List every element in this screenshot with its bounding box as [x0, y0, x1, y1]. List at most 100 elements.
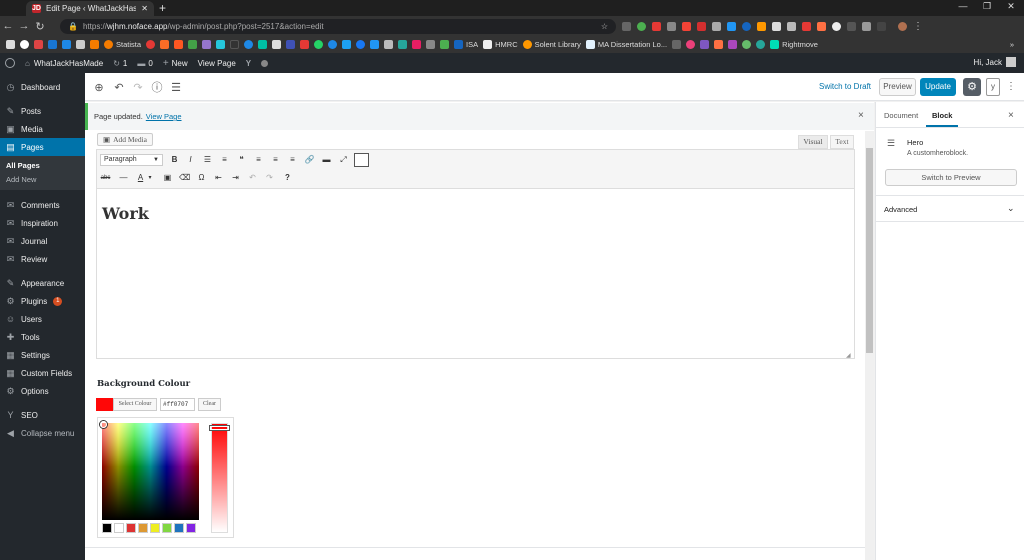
indent-icon[interactable]: ⇥	[230, 172, 241, 184]
saturation-slider[interactable]	[211, 423, 228, 533]
sidebar-collapse-menu[interactable]: ◀ Collapse menu	[0, 424, 85, 442]
palette-swatch[interactable]	[186, 523, 196, 533]
reload-icon[interactable]: ↻	[32, 20, 48, 33]
block-navigation-icon[interactable]: ☰	[169, 80, 183, 94]
text-color-icon[interactable]: A	[135, 172, 146, 184]
select-colour-button[interactable]: Select Colour	[113, 398, 157, 411]
whatsapp-icon[interactable]	[314, 40, 324, 49]
slider-handle[interactable]	[210, 426, 229, 430]
yoast-button[interactable]: y	[986, 78, 1000, 96]
extension-icon[interactable]	[667, 22, 676, 31]
resize-handle-icon[interactable]: ◢	[846, 352, 851, 359]
more-options-icon[interactable]: ⋮	[1006, 78, 1016, 96]
redo-icon[interactable]: ↷	[131, 80, 145, 94]
bookmark-icon[interactable]	[34, 40, 43, 49]
extension-icon[interactable]	[862, 22, 871, 31]
sidebar-item-comments[interactable]: ✉ Comments	[0, 196, 85, 214]
tab-visual[interactable]: Visual	[798, 135, 828, 149]
bookmark-icon[interactable]	[440, 40, 450, 49]
bookmark-icon[interactable]	[48, 40, 57, 49]
extension-icon[interactable]	[757, 22, 766, 31]
extension-icon[interactable]	[637, 22, 646, 31]
bullet-list-icon[interactable]: ☰	[202, 154, 213, 166]
extension-icon[interactable]	[727, 22, 736, 31]
sidebar-item-plugins[interactable]: ⚙ Plugins 1	[0, 292, 85, 310]
sidebar-item-options[interactable]: ⚙ Options	[0, 382, 85, 400]
bookmark-icon[interactable]	[174, 40, 184, 49]
sidebar-item-journal[interactable]: ✉ Journal	[0, 232, 85, 250]
bookmark-icon[interactable]	[426, 40, 436, 49]
notice-view-page-link[interactable]: View Page	[146, 112, 182, 121]
numbered-list-icon[interactable]: ≡	[219, 154, 230, 166]
redo-icon[interactable]: ↷	[264, 172, 275, 184]
colour-spectrum[interactable]	[102, 423, 199, 520]
extension-icon[interactable]	[622, 22, 631, 31]
clear-formatting-icon[interactable]: ⌫	[179, 172, 190, 184]
italic-icon[interactable]: I	[185, 154, 196, 166]
sidebar-item-appearance[interactable]: ✎ Appearance	[0, 274, 85, 292]
palette-swatch[interactable]	[162, 523, 172, 533]
bookmark-icon[interactable]	[146, 40, 156, 49]
sidebar-item-settings[interactable]: ▦ Settings	[0, 346, 85, 364]
sidebar-item-review[interactable]: ✉ Review	[0, 250, 85, 268]
submenu-all-pages[interactable]: All Pages	[0, 159, 85, 173]
sidebar-item-posts[interactable]: ✎ Posts	[0, 102, 85, 120]
bookmark-hmrc[interactable]: HMRC	[483, 40, 518, 49]
bookmark-icon[interactable]	[216, 40, 226, 49]
tab-text[interactable]: Text	[830, 135, 854, 149]
bookmark-icon[interactable]	[412, 40, 422, 49]
bookmark-icon[interactable]	[20, 40, 29, 49]
forward-icon[interactable]: →	[16, 20, 32, 32]
chevron-down-icon[interactable]: ⌄	[1007, 203, 1015, 214]
content-heading[interactable]: Work	[102, 204, 149, 223]
extension-icon[interactable]	[742, 22, 751, 31]
wordpress-logo-icon[interactable]	[5, 58, 15, 68]
bookmark-icon[interactable]	[272, 40, 282, 49]
bookmarks-more[interactable]: »	[1010, 40, 1024, 49]
admin-bar-view-page[interactable]: View Page	[198, 59, 236, 68]
clear-colour-button[interactable]: Clear	[198, 398, 221, 411]
extension-icon[interactable]	[652, 22, 661, 31]
palette-swatch[interactable]	[150, 523, 160, 533]
sidebar-item-tools[interactable]: ✚ Tools	[0, 328, 85, 346]
bookmark-icon[interactable]	[672, 40, 682, 49]
palette-swatch[interactable]	[138, 523, 148, 533]
special-character-icon[interactable]: Ω	[196, 172, 207, 184]
bookmark-icon[interactable]	[728, 40, 738, 49]
update-button[interactable]: Update	[920, 78, 956, 96]
admin-bar-account[interactable]: Hi, Jack	[974, 57, 1016, 67]
undo-icon[interactable]: ↶	[247, 172, 258, 184]
extension-icon[interactable]	[772, 22, 781, 31]
submenu-add-new[interactable]: Add New	[0, 173, 85, 187]
admin-bar-site[interactable]: ⌂ WhatJackHasMade	[25, 59, 103, 68]
tab-block[interactable]: Block	[932, 111, 952, 120]
panel-close-icon[interactable]: ×	[1008, 110, 1014, 121]
bookmark-icon[interactable]	[230, 40, 240, 49]
undo-icon[interactable]: ↶	[112, 80, 126, 94]
address-bar[interactable]: 🔒 https://wjhm.noface.app/wp-admin/post.…	[60, 19, 616, 34]
yoast-admin-icon[interactable]: Y	[246, 59, 251, 68]
bookmark-icon[interactable]	[286, 40, 296, 49]
extension-icon[interactable]	[877, 22, 886, 31]
hex-colour-input[interactable]: #ff0707	[160, 398, 195, 411]
bookmark-icon[interactable]	[370, 40, 380, 49]
sidebar-item-custom-fields[interactable]: ▦ Custom Fields	[0, 364, 85, 382]
sidebar-item-users[interactable]: ☺ Users	[0, 310, 85, 328]
blockquote-icon[interactable]: ❝	[236, 154, 247, 166]
format-select[interactable]: Paragraph ▼	[100, 154, 163, 166]
bookmark-isa[interactable]: ISA	[454, 40, 478, 49]
bookmark-icon[interactable]	[160, 40, 170, 49]
add-media-button[interactable]: ▣ Add Media	[97, 133, 153, 146]
bookmark-icon[interactable]	[90, 40, 99, 49]
tab-document[interactable]: Document	[884, 111, 918, 120]
switch-to-draft-button[interactable]: Switch to Draft	[819, 82, 871, 91]
tab-close-icon[interactable]: ✕	[141, 4, 148, 13]
outdent-icon[interactable]: ⇤	[213, 172, 224, 184]
bookmark-icon[interactable]	[742, 40, 752, 49]
bookmark-statista[interactable]: Statista	[104, 40, 141, 49]
facebook-icon[interactable]	[356, 40, 366, 49]
bookmark-icon[interactable]	[398, 40, 408, 49]
info-icon[interactable]: ⓘ	[150, 80, 164, 94]
bookmark-icon[interactable]	[62, 40, 71, 49]
profile-avatar[interactable]	[898, 22, 907, 31]
